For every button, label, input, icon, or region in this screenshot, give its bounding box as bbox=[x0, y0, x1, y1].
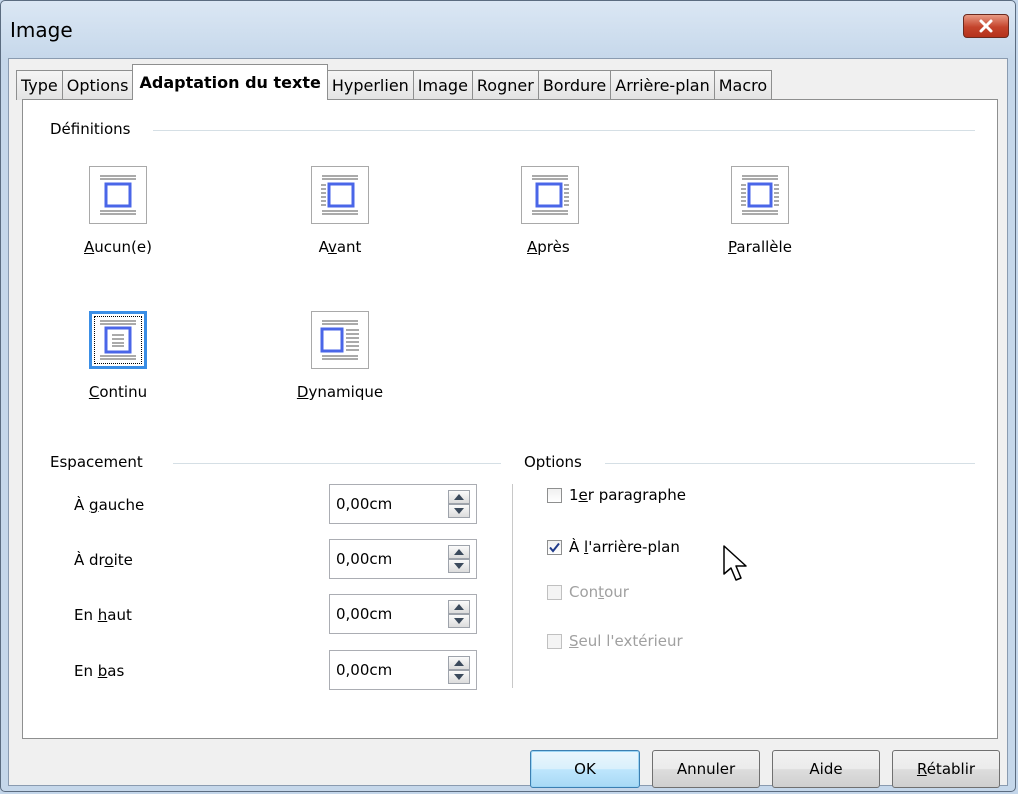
spacing-top-spinbox[interactable]: 0,00cm bbox=[329, 594, 477, 634]
spacing-right-value: 0,00cm bbox=[336, 550, 393, 568]
spacing-top-decrement[interactable] bbox=[448, 614, 470, 628]
spacing-right-increment[interactable] bbox=[448, 545, 470, 559]
contour-label: Contour bbox=[569, 583, 629, 601]
spacing-top-increment[interactable] bbox=[448, 600, 470, 614]
spacing-bottom-label: En bas bbox=[74, 662, 125, 680]
wrap-after-label: Après bbox=[527, 238, 570, 256]
tab-image[interactable]: Image bbox=[412, 70, 473, 100]
tab-panel: Définitions Aucun(e) Avant Après Parallè… bbox=[22, 99, 998, 739]
spacing-left-increment[interactable] bbox=[448, 490, 470, 504]
ok-button[interactable]: OK bbox=[530, 750, 640, 788]
cancel-button[interactable]: Annuler bbox=[652, 750, 760, 788]
wrap-through-icon bbox=[89, 311, 147, 369]
arrow-up-icon bbox=[454, 604, 464, 610]
arrow-down-icon bbox=[454, 563, 464, 569]
title-bar[interactable]: Image bbox=[1, 1, 1015, 57]
mouse-pointer-icon bbox=[723, 545, 747, 581]
help-button[interactable]: Aide bbox=[772, 750, 880, 788]
option-contour: Contour bbox=[547, 583, 629, 601]
spacing-right-decrement[interactable] bbox=[448, 559, 470, 573]
spacing-bottom-spinbox[interactable]: 0,00cm bbox=[329, 650, 477, 690]
wrap-optimal-icon bbox=[311, 311, 369, 369]
wrap-option-after[interactable]: Après bbox=[490, 166, 610, 256]
wrap-before-icon bbox=[311, 166, 369, 224]
outside-only-checkbox bbox=[547, 633, 562, 649]
option-first-paragraph[interactable]: 1er paragraphe bbox=[547, 486, 686, 504]
wrap-after-icon bbox=[521, 166, 579, 224]
spacing-bottom-increment[interactable] bbox=[448, 656, 470, 670]
arrow-down-icon bbox=[454, 674, 464, 680]
spacing-left-decrement[interactable] bbox=[448, 504, 470, 518]
spacing-heading: Espacement bbox=[50, 453, 149, 471]
tab-adaptation-du-texte[interactable]: Adaptation du texte bbox=[132, 64, 328, 100]
group-separator bbox=[512, 484, 513, 688]
contour-checkbox bbox=[547, 584, 562, 600]
reset-button[interactable]: Rétablir bbox=[892, 750, 1000, 788]
spacing-right-label: À droite bbox=[74, 551, 133, 569]
tab-rogner[interactable]: Rogner bbox=[471, 70, 539, 100]
spacing-divider bbox=[173, 463, 501, 464]
tab-hyperlien[interactable]: Hyperlien bbox=[326, 70, 414, 100]
wrap-before-label: Avant bbox=[318, 238, 362, 256]
spacing-top-value: 0,00cm bbox=[336, 605, 393, 623]
options-heading: Options bbox=[524, 453, 588, 471]
checkmark-icon bbox=[549, 542, 560, 553]
wrap-option-optimal[interactable]: Dynamique bbox=[280, 311, 400, 401]
wrap-parallel-label: Parallèle bbox=[728, 238, 792, 256]
close-button[interactable] bbox=[963, 14, 1009, 38]
wrap-option-parallel[interactable]: Parallèle bbox=[700, 166, 820, 256]
tab-bordure[interactable]: Bordure bbox=[537, 70, 612, 100]
first-paragraph-checkbox[interactable] bbox=[547, 487, 562, 503]
wrap-optimal-label: Dynamique bbox=[296, 383, 384, 401]
wrap-option-through[interactable]: Continu bbox=[58, 311, 178, 401]
definitions-divider bbox=[153, 130, 975, 131]
spacing-right-spinbox[interactable]: 0,00cm bbox=[329, 539, 477, 579]
close-icon bbox=[979, 19, 993, 33]
wrap-option-none[interactable]: Aucun(e) bbox=[58, 166, 178, 256]
tab-type[interactable]: Type bbox=[16, 70, 63, 100]
wrap-none-label: Aucun(e) bbox=[84, 238, 152, 256]
arrow-down-icon bbox=[454, 618, 464, 624]
wrap-parallel-icon bbox=[731, 166, 789, 224]
in-background-checkbox[interactable] bbox=[547, 539, 562, 555]
spacing-left-spinbox[interactable]: 0,00cm bbox=[329, 484, 477, 524]
options-divider bbox=[605, 463, 975, 464]
tab-options[interactable]: Options bbox=[61, 70, 134, 100]
arrow-up-icon bbox=[454, 549, 464, 555]
outside-only-label: Seul l'extérieur bbox=[569, 632, 683, 650]
spacing-left-value: 0,00cm bbox=[336, 495, 393, 513]
spacing-top-label: En haut bbox=[74, 606, 132, 624]
definitions-heading: Définitions bbox=[50, 120, 137, 138]
arrow-down-icon bbox=[454, 508, 464, 514]
arrow-up-icon bbox=[454, 660, 464, 666]
option-in-background[interactable]: À l'arrière-plan bbox=[547, 538, 680, 556]
spacing-bottom-value: 0,00cm bbox=[336, 661, 393, 679]
tab-macro[interactable]: Macro bbox=[713, 70, 773, 100]
wrap-option-before[interactable]: Avant bbox=[280, 166, 400, 256]
in-background-label: À l'arrière-plan bbox=[569, 538, 680, 556]
wrap-through-label: Continu bbox=[88, 383, 148, 401]
tab-bar: Type Options Adaptation du texte Hyperli… bbox=[16, 64, 773, 100]
spacing-left-label: À gauche bbox=[74, 496, 145, 514]
spacing-bottom-decrement[interactable] bbox=[448, 670, 470, 684]
tab-arriere-plan[interactable]: Arrière-plan bbox=[610, 70, 715, 100]
option-outside-only: Seul l'extérieur bbox=[547, 632, 683, 650]
first-paragraph-label: 1er paragraphe bbox=[569, 486, 686, 504]
window-title: Image bbox=[10, 18, 73, 42]
wrap-none-icon bbox=[89, 166, 147, 224]
arrow-up-icon bbox=[454, 494, 464, 500]
